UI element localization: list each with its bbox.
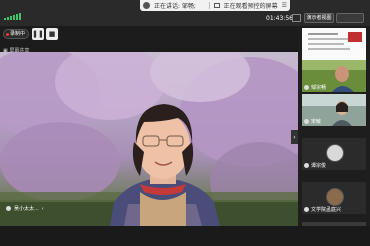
- notice-text: 正在观看预控的屏幕: [223, 3, 278, 10]
- participant-name: 宋敏: [311, 119, 322, 125]
- bottom-toolbar: [0, 226, 370, 246]
- participant-label: 邹宗畅: [304, 84, 326, 91]
- speaker-name-label: 吴小太太... ‹: [6, 205, 44, 212]
- slide-preview: [302, 28, 366, 60]
- microphone-icon: [143, 2, 150, 9]
- participant-panel: 邹宗畅 宋敏 谭宗俊 文学院孟庭兴: [298, 26, 370, 226]
- recording-control-bar: 录制中 ❚❚ ■: [0, 26, 298, 46]
- pin-icon[interactable]: [292, 14, 301, 22]
- speaking-text: 正在讲话: 邹畅;: [154, 3, 196, 10]
- main-video[interactable]: 吴小太太... ‹: [0, 52, 298, 226]
- microphone-icon: [6, 206, 11, 211]
- microphone-icon: [304, 163, 309, 168]
- pause-button[interactable]: ❚❚: [32, 28, 44, 40]
- slide-thumbnail[interactable]: [302, 28, 366, 60]
- pause-icon: ❚❚: [32, 30, 44, 38]
- top-bar: 正在讲话: 邹畅; 正在观看预控的屏幕 ☰ 01:43:56 演示者视图: [0, 0, 370, 26]
- recording-indicator[interactable]: 录制中: [3, 29, 29, 39]
- participant-name: 邹宗畅: [311, 85, 327, 91]
- microphone-icon: [304, 119, 309, 124]
- participant-name: 文学院孟庭兴: [311, 207, 342, 213]
- chevron-right-icon: ›: [293, 133, 296, 141]
- more-icon[interactable]: ☰: [282, 2, 287, 9]
- participant-name: 谭宗俊: [311, 163, 327, 169]
- participant-label: 文学院孟庭兴: [304, 206, 341, 213]
- participant-tile[interactable]: 邹宗畅: [302, 60, 366, 92]
- microphone-icon: [304, 207, 309, 212]
- microphone-icon: [304, 85, 309, 90]
- record-dot-icon: [6, 33, 9, 36]
- screen-icon: [213, 3, 220, 8]
- window-controls[interactable]: [336, 13, 364, 23]
- collapse-panel-button[interactable]: ›: [291, 130, 298, 144]
- speaking-banner: 正在讲话: 邹畅; 正在观看预控的屏幕 ☰: [140, 0, 290, 11]
- signal-strength-icon: [4, 12, 26, 20]
- avatar: [326, 188, 344, 206]
- chevron-left-icon[interactable]: ‹: [42, 206, 44, 212]
- participant-label: 谭宗俊: [304, 162, 326, 169]
- layout-view-button[interactable]: 演示者视图: [304, 13, 334, 23]
- stop-button[interactable]: ■: [46, 28, 58, 40]
- divider: [208, 2, 210, 9]
- recording-label: 录制中: [10, 31, 26, 37]
- participant-tile[interactable]: 宋敏: [302, 94, 366, 126]
- participant-tile[interactable]: 文学院孟庭兴: [302, 182, 366, 214]
- speaker-name: 吴小太太...: [14, 206, 39, 212]
- avatar: [326, 144, 344, 162]
- stop-icon: ■: [48, 30, 56, 38]
- participant-tile[interactable]: 谭宗俊: [302, 138, 366, 170]
- participant-label: 宋敏: [304, 118, 321, 125]
- speaker-video-frame: [0, 52, 298, 226]
